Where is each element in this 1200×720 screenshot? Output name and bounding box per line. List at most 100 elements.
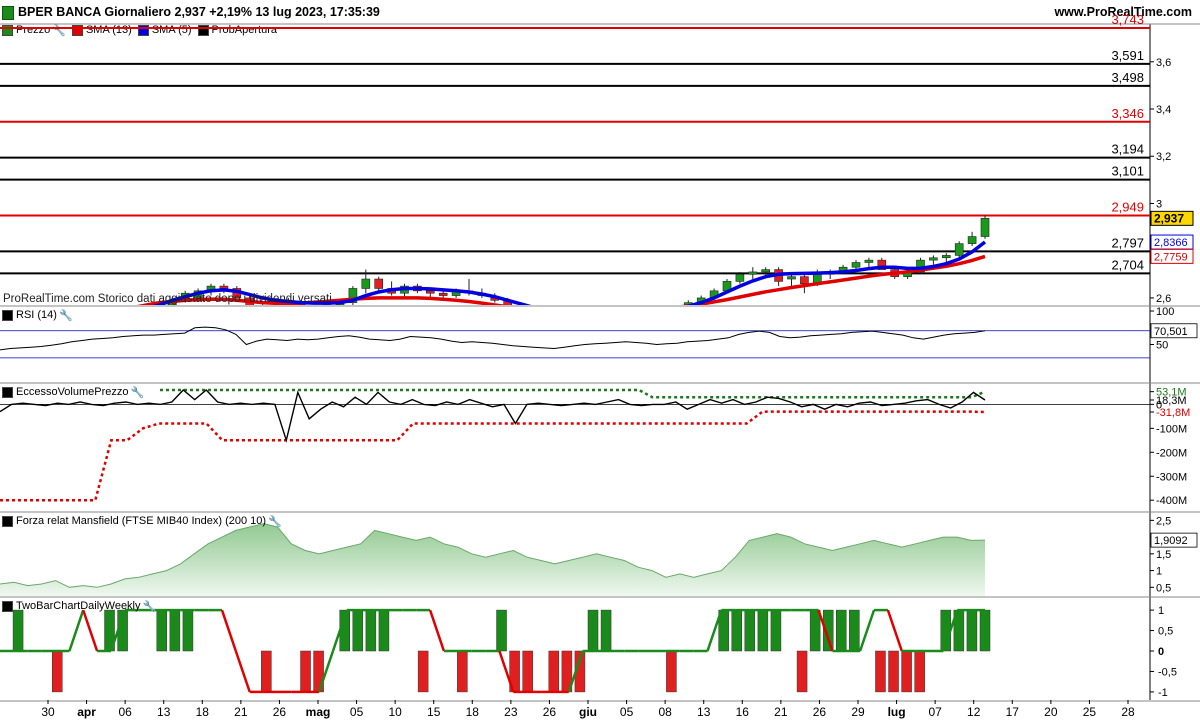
- candle: [310, 307, 318, 309]
- level-label: 2,704: [1111, 257, 1144, 272]
- candle: [607, 310, 615, 312]
- panel-title: TwoBarChartDailyWeekly: [16, 600, 141, 612]
- panel-title: Forza relat Mansfield (FTSE MIB40 Index)…: [16, 515, 267, 527]
- x-tick-label: 15: [427, 705, 441, 719]
- down-bar: [300, 650, 311, 693]
- candle: [130, 314, 138, 316]
- y-tick-label: 3: [1156, 198, 1162, 210]
- level-label: 3,101: [1111, 164, 1144, 179]
- down-bar: [417, 650, 429, 693]
- rsi-panel-label[interactable]: RSI (14) 🔧: [2, 308, 73, 322]
- down-bar: [914, 650, 925, 693]
- up-bar: [731, 609, 742, 652]
- lower-band: [0, 410, 986, 502]
- x-tick-label: 07: [928, 705, 942, 719]
- candle: [555, 319, 563, 321]
- last-value-label: 2,7759: [1154, 251, 1188, 263]
- level-label: 3,591: [1111, 48, 1144, 63]
- data-note: ProRealTime.com Storico dati aggiustato …: [3, 293, 332, 305]
- candle: [967, 236, 977, 244]
- x-tick-label: mag: [306, 705, 331, 719]
- down-bar: [522, 650, 533, 693]
- wrench-icon[interactable]: 🔧: [143, 600, 157, 613]
- last-value-label: 1,9092: [1154, 535, 1188, 547]
- down-bar: [875, 650, 886, 693]
- y-tick-label: 1: [1158, 605, 1164, 617]
- candle: [272, 307, 280, 314]
- x-tick-label: 18: [196, 705, 210, 719]
- candle: [259, 307, 267, 312]
- candle: [542, 312, 550, 319]
- swatch-icon: [2, 309, 13, 321]
- candle: [954, 243, 964, 256]
- volume-panel-label[interactable]: EccessoVolumePrezzo 🔧: [2, 385, 144, 399]
- level-label: 3,498: [1111, 70, 1144, 85]
- wrench-icon[interactable]: 🔧: [131, 386, 145, 399]
- y-tick-label: 2,6: [1156, 293, 1171, 305]
- wrench-icon[interactable]: 🔧: [59, 309, 73, 322]
- last-value-label: 2,937: [1154, 211, 1184, 225]
- candle: [594, 310, 602, 317]
- down-bar: [457, 650, 468, 693]
- down-bar: [901, 650, 912, 693]
- level-label: 2,797: [1111, 235, 1144, 250]
- x-tick-label: 28: [1121, 705, 1135, 719]
- panel-title: RSI (14): [16, 309, 57, 321]
- x-tick-label: 13: [157, 705, 171, 719]
- y-tick-label: 0: [1158, 646, 1164, 658]
- level-label: 3,743: [1111, 12, 1144, 27]
- candle: [851, 262, 861, 268]
- trend-line-segment: [886, 609, 903, 652]
- candle: [568, 319, 576, 321]
- level-label: 2,949: [1111, 200, 1144, 215]
- y-tick-label: 1,5: [1156, 549, 1171, 561]
- candle: [646, 310, 654, 312]
- x-tick-label: 26: [273, 705, 287, 719]
- up-bar: [587, 609, 599, 652]
- x-tick-label: 30: [41, 705, 55, 719]
- up-bar: [836, 609, 847, 652]
- up-bar: [757, 609, 769, 652]
- y-tick-label: -100M: [1156, 423, 1187, 435]
- candle: [633, 307, 641, 309]
- down-bar: [548, 650, 560, 693]
- swatch-icon: [2, 386, 13, 398]
- mansfield-panel-label[interactable]: Forza relat Mansfield (FTSE MIB40 Index)…: [2, 514, 282, 528]
- down-bar: [52, 650, 63, 693]
- y-tick-label: 100: [1156, 306, 1174, 318]
- twobar-panel-label[interactable]: TwoBarChartDailyWeekly 🔧: [2, 599, 156, 613]
- up-bar: [979, 609, 991, 652]
- x-tick-label: 10: [388, 705, 402, 719]
- up-bar: [378, 609, 390, 652]
- price-series: [130, 215, 990, 321]
- x-tick-label: 21: [774, 705, 788, 719]
- candle: [941, 255, 951, 259]
- upper-band: [160, 388, 986, 399]
- x-tick-label: giu: [579, 705, 597, 719]
- up-bar: [365, 609, 377, 652]
- wrench-icon[interactable]: 🔧: [268, 515, 282, 528]
- candle: [671, 307, 679, 309]
- trend-line-segment: [220, 609, 237, 652]
- x-tick-label: 23: [504, 705, 518, 719]
- candle: [361, 278, 371, 289]
- y-tick-label: -31,8M: [1156, 407, 1190, 419]
- y-tick-label: -1: [1158, 687, 1168, 699]
- trend-line-segment: [234, 650, 251, 693]
- y-tick-label: 3,2: [1156, 151, 1171, 163]
- candle: [143, 310, 151, 317]
- candle: [425, 290, 435, 294]
- chart-canvas[interactable]: 3,743 3,591 3,498 3,346 3,194 3,101 2,949 2,797…: [0, 0, 1200, 720]
- panel-title: EccessoVolumePrezzo: [16, 386, 129, 398]
- y-tick-label: -300M: [1156, 471, 1187, 483]
- y-tick-label: 50: [1156, 340, 1168, 352]
- up-bar: [156, 609, 168, 652]
- trend-line-segment: [68, 609, 85, 652]
- x-tick-label: 20: [1044, 705, 1058, 719]
- chart-window: BPER BANCA Giornaliero 2,937 +2,19% 13 l…: [0, 0, 1200, 720]
- candle: [219, 285, 229, 289]
- x-tick-label: 29: [851, 705, 865, 719]
- y-tick-label: 0,5: [1156, 582, 1171, 594]
- up-bar: [169, 609, 181, 652]
- candle: [620, 310, 628, 312]
